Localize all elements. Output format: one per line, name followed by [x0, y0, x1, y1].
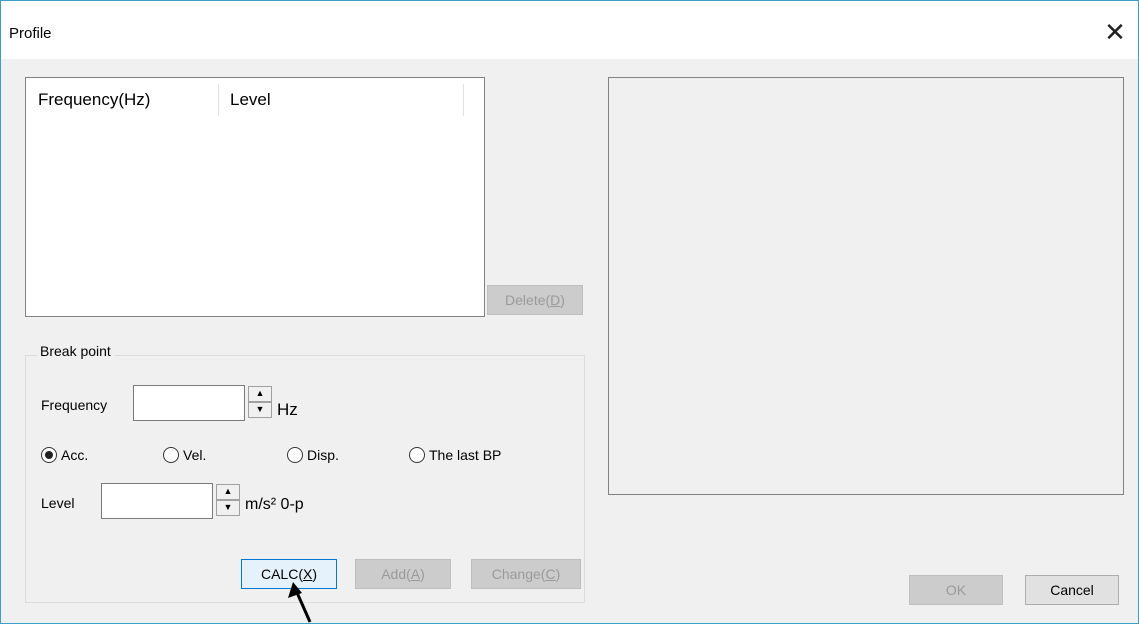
- column-header-frequency[interactable]: Frequency(Hz): [38, 90, 150, 110]
- delete-button[interactable]: Delete(D): [487, 285, 583, 315]
- level-unit: m/s² 0-p: [245, 496, 304, 513]
- mouse-pointer-icon: [288, 582, 312, 623]
- close-icon[interactable]: ✕: [1092, 9, 1138, 55]
- level-input[interactable]: [101, 483, 213, 519]
- frequency-unit: Hz: [277, 400, 298, 419]
- breakpoint-list[interactable]: Frequency(Hz) Level: [25, 77, 485, 317]
- radio-disp[interactable]: Disp.: [287, 447, 339, 463]
- radio-checked-icon: [41, 447, 57, 463]
- add-button[interactable]: Add(A): [355, 559, 451, 589]
- change-button[interactable]: Change(C): [471, 559, 581, 589]
- profile-graph-area: [608, 77, 1124, 495]
- level-spinner[interactable]: ▲ ▼: [215, 484, 241, 518]
- column-divider[interactable]: [218, 84, 219, 116]
- spin-up-arrow-icon[interactable]: ▲: [248, 386, 272, 402]
- dialog-title: Profile: [9, 25, 52, 42]
- column-header-level[interactable]: Level: [230, 90, 271, 110]
- radio-acc[interactable]: Acc.: [41, 447, 88, 463]
- cancel-button[interactable]: Cancel: [1025, 575, 1119, 605]
- radio-last-bp[interactable]: The last BP: [409, 447, 501, 463]
- ok-button[interactable]: OK: [909, 575, 1003, 605]
- spin-up-arrow-icon[interactable]: ▲: [216, 484, 240, 500]
- frequency-input[interactable]: [133, 385, 245, 421]
- spin-down-arrow-icon[interactable]: ▼: [248, 402, 272, 418]
- radio-unchecked-icon: [163, 447, 179, 463]
- frequency-spinner[interactable]: ▲ ▼: [247, 386, 273, 420]
- radio-unchecked-icon: [287, 447, 303, 463]
- radio-vel[interactable]: Vel.: [163, 447, 206, 463]
- spin-down-arrow-icon[interactable]: ▼: [216, 500, 240, 516]
- title-bar: Profile ✕: [1, 1, 1138, 59]
- frequency-label: Frequency: [41, 397, 108, 413]
- column-divider[interactable]: [463, 84, 464, 116]
- profile-dialog: Profile ✕ Frequency(Hz) Level Delete(D) …: [0, 0, 1139, 624]
- radio-unchecked-icon: [409, 447, 425, 463]
- level-label: Level: [41, 495, 75, 511]
- breakpoint-group-label: Break point: [37, 343, 114, 359]
